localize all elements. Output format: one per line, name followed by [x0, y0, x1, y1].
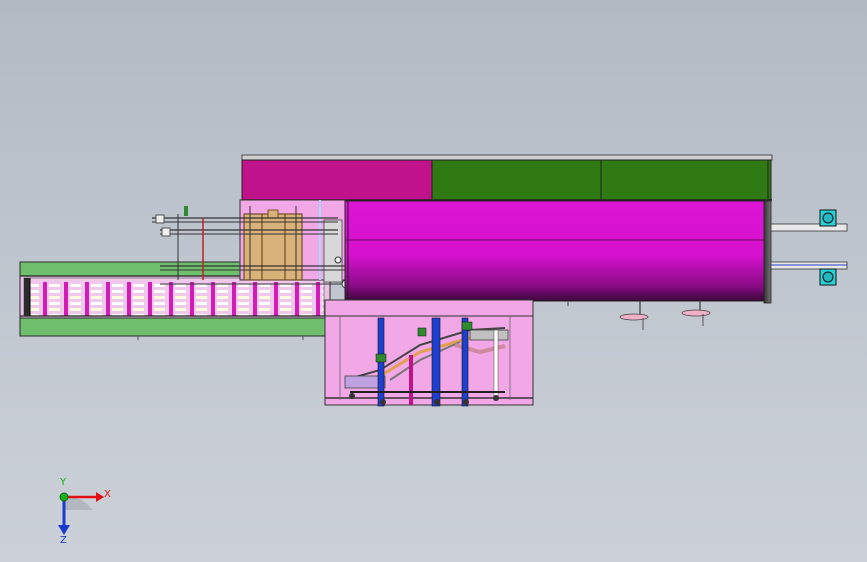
z-axis-label: Z [60, 535, 67, 546]
right-outfeed[interactable] [770, 209, 848, 286]
triad-sphere [64, 496, 92, 510]
support-feet[interactable] [567, 301, 711, 330]
y-axis-label: Y [59, 477, 67, 488]
cad-viewport[interactable]: X Y Z [0, 0, 867, 562]
y-axis-dot [59, 492, 69, 502]
x-axis-label: X [104, 489, 111, 500]
axis-triad: X Y Z [58, 477, 111, 546]
main-drum[interactable] [344, 200, 772, 317]
top-housing[interactable] [241, 154, 773, 201]
lower-frame[interactable] [324, 299, 534, 406]
